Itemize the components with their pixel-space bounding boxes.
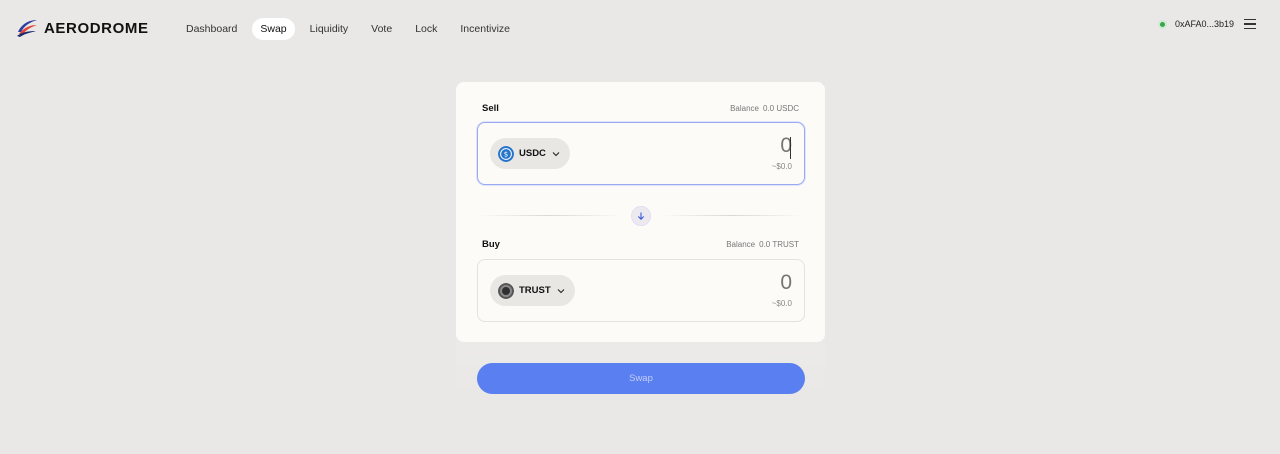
nav-vote[interactable]: Vote — [363, 18, 400, 40]
connection-status-icon — [1157, 19, 1167, 29]
wallet-address: 0xAFA0...3b19 — [1174, 19, 1234, 29]
sell-token-selector[interactable]: $ USDC — [490, 138, 570, 169]
main-nav: Dashboard Swap Liquidity Vote Lock Incen… — [178, 18, 525, 40]
sell-balance: Balance 0.0 USDC — [730, 104, 799, 113]
buy-token-symbol: TRUST — [519, 285, 551, 296]
sell-usd-value: ~$0.0 — [771, 162, 792, 171]
wallet-button[interactable]: 0xAFA0...3b19 — [1157, 19, 1256, 29]
arrow-down-icon — [637, 212, 645, 220]
top-navbar: AERODROME Dashboard Swap Liquidity Vote … — [0, 0, 1280, 56]
chevron-down-icon — [557, 288, 565, 293]
logo[interactable]: AERODROME — [16, 17, 149, 39]
nav-liquidity[interactable]: Liquidity — [302, 18, 357, 40]
divider-left — [477, 215, 623, 216]
buy-usd-value: ~$0.0 — [771, 299, 792, 308]
nav-lock[interactable]: Lock — [407, 18, 445, 40]
nav-swap[interactable]: Swap — [252, 18, 295, 40]
sell-balance-label: Balance — [730, 104, 759, 113]
buy-token-selector[interactable]: TRUST — [490, 275, 575, 306]
buy-balance: Balance 0.0 TRUST — [726, 240, 799, 249]
sell-amount-input[interactable] — [672, 134, 792, 158]
buy-balance-value: 0.0 TRUST — [759, 240, 799, 249]
buy-amount-input[interactable] — [672, 271, 792, 295]
sell-balance-value: 0.0 USDC — [762, 104, 799, 113]
sell-token-symbol: USDC — [519, 148, 546, 159]
sell-token-box[interactable]: $ USDC ~$0.0 — [477, 122, 805, 185]
buy-label: Buy — [482, 239, 500, 250]
sell-label: Sell — [482, 103, 499, 114]
trust-icon — [498, 282, 514, 299]
buy-token-box[interactable]: TRUST ~$0.0 — [477, 259, 805, 322]
text-cursor — [790, 137, 791, 159]
aerodrome-logo-icon — [17, 20, 37, 37]
svg-text:$: $ — [504, 150, 508, 158]
hamburger-menu-icon[interactable] — [1244, 19, 1256, 29]
buy-balance-label: Balance — [726, 240, 756, 249]
switch-direction-button[interactable] — [631, 206, 651, 226]
chevron-down-icon — [552, 151, 560, 156]
nav-dashboard[interactable]: Dashboard — [178, 18, 245, 40]
swap-button[interactable]: Swap — [477, 363, 805, 394]
nav-incentivize[interactable]: Incentivize — [452, 18, 518, 40]
app-name: AERODROME — [44, 19, 149, 37]
swap-card: Sell Balance0.0 USDC $ USDC ~$0.0 Buy Ba… — [456, 82, 825, 342]
divider-right — [659, 215, 805, 216]
usdc-icon: $ — [498, 145, 514, 162]
